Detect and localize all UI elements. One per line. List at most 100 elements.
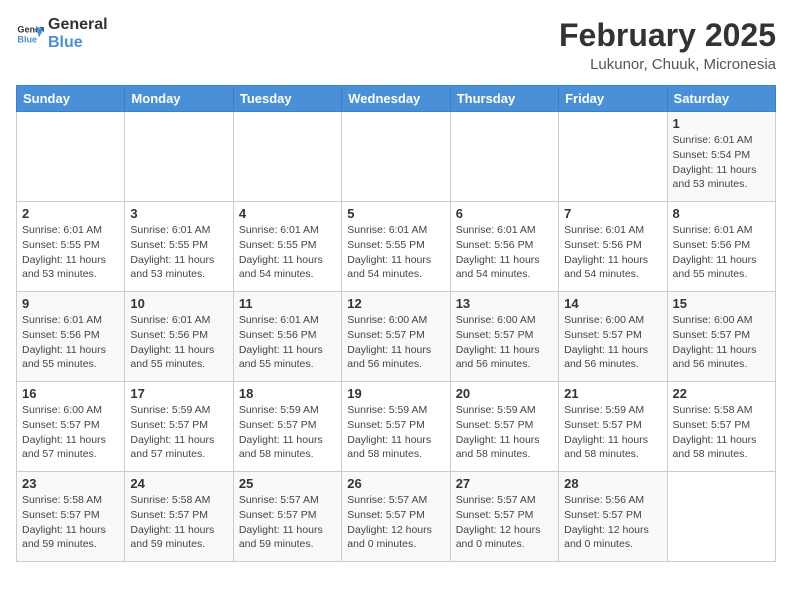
day-info: Sunrise: 5:58 AM Sunset: 5:57 PM Dayligh…	[130, 493, 227, 552]
day-info: Sunrise: 6:01 AM Sunset: 5:56 PM Dayligh…	[673, 223, 770, 282]
day-number: 14	[564, 296, 661, 311]
calendar-cell: 25 Sunrise: 5:57 AM Sunset: 5:57 PM Dayli…	[233, 472, 341, 562]
calendar-week-row: 16 Sunrise: 6:00 AM Sunset: 5:57 PM Dayli…	[17, 382, 776, 472]
calendar-week-row: 2Sunrise: 6:01 AM Sunset: 5:55 PM Daylig…	[17, 202, 776, 292]
weekday-header: Thursday	[450, 86, 558, 112]
day-info: Sunrise: 6:01 AM Sunset: 5:56 PM Dayligh…	[22, 313, 119, 372]
page-header: General Blue General Blue February 2025 …	[16, 16, 776, 73]
calendar-cell: 28 Sunrise: 5:56 AM Sunset: 5:57 PM Dayli…	[559, 472, 667, 562]
day-number: 4	[239, 206, 336, 221]
day-info: Sunrise: 5:56 AM Sunset: 5:57 PM Dayligh…	[564, 493, 661, 552]
day-info: Sunrise: 5:59 AM Sunset: 5:57 PM Dayligh…	[456, 403, 553, 462]
day-info: Sunrise: 5:58 AM Sunset: 5:57 PM Dayligh…	[673, 403, 770, 462]
calendar-week-row: 9 Sunrise: 6:01 AM Sunset: 5:56 PM Daylig…	[17, 292, 776, 382]
day-number: 23	[22, 476, 119, 491]
logo-blue-text: Blue	[48, 34, 108, 52]
day-info: Sunrise: 6:01 AM Sunset: 5:55 PM Dayligh…	[22, 223, 119, 282]
day-number: 1	[673, 116, 770, 131]
title-block: February 2025 Lukunor, Chuuk, Micronesia	[559, 16, 776, 73]
logo-icon: General Blue	[16, 20, 44, 48]
day-info: Sunrise: 6:01 AM Sunset: 5:55 PM Dayligh…	[130, 223, 227, 282]
calendar-cell: 17Sunrise: 5:59 AM Sunset: 5:57 PM Dayli…	[125, 382, 233, 472]
calendar-cell: 16 Sunrise: 6:00 AM Sunset: 5:57 PM Dayli…	[17, 382, 125, 472]
weekday-header: Monday	[125, 86, 233, 112]
calendar-table: SundayMondayTuesdayWednesdayThursdayFrid…	[16, 85, 776, 562]
day-number: 16	[22, 386, 119, 401]
location-title: Lukunor, Chuuk, Micronesia	[559, 56, 776, 73]
calendar-cell: 13Sunrise: 6:00 AM Sunset: 5:57 PM Dayli…	[450, 292, 558, 382]
calendar-cell: 8 Sunrise: 6:01 AM Sunset: 5:56 PM Daylig…	[667, 202, 775, 292]
calendar-cell: 22 Sunrise: 5:58 AM Sunset: 5:57 PM Dayli…	[667, 382, 775, 472]
day-number: 21	[564, 386, 661, 401]
day-number: 19	[347, 386, 444, 401]
calendar-cell: 3 Sunrise: 6:01 AM Sunset: 5:55 PM Daylig…	[125, 202, 233, 292]
day-number: 11	[239, 296, 336, 311]
calendar-cell: 15 Sunrise: 6:00 AM Sunset: 5:57 PM Dayli…	[667, 292, 775, 382]
calendar-cell: 4 Sunrise: 6:01 AM Sunset: 5:55 PM Daylig…	[233, 202, 341, 292]
calendar-cell: 9 Sunrise: 6:01 AM Sunset: 5:56 PM Daylig…	[17, 292, 125, 382]
day-info: Sunrise: 6:00 AM Sunset: 5:57 PM Dayligh…	[22, 403, 119, 462]
calendar-cell	[667, 472, 775, 562]
day-number: 8	[673, 206, 770, 221]
day-info: Sunrise: 6:01 AM Sunset: 5:55 PM Dayligh…	[347, 223, 444, 282]
day-info: Sunrise: 6:01 AM Sunset: 5:56 PM Dayligh…	[564, 223, 661, 282]
day-info: Sunrise: 5:59 AM Sunset: 5:57 PM Dayligh…	[239, 403, 336, 462]
logo-general-text: General	[48, 16, 108, 34]
calendar-cell: 26 Sunrise: 5:57 AM Sunset: 5:57 PM Dayli…	[342, 472, 450, 562]
month-title: February 2025	[559, 16, 776, 54]
day-number: 22	[673, 386, 770, 401]
day-number: 12	[347, 296, 444, 311]
calendar-cell: 6Sunrise: 6:01 AM Sunset: 5:56 PM Daylig…	[450, 202, 558, 292]
calendar-cell: 14 Sunrise: 6:00 AM Sunset: 5:57 PM Dayli…	[559, 292, 667, 382]
day-number: 3	[130, 206, 227, 221]
day-number: 24	[130, 476, 227, 491]
calendar-cell: 19 Sunrise: 5:59 AM Sunset: 5:57 PM Dayli…	[342, 382, 450, 472]
day-info: Sunrise: 6:00 AM Sunset: 5:57 PM Dayligh…	[673, 313, 770, 372]
calendar-cell: 2Sunrise: 6:01 AM Sunset: 5:55 PM Daylig…	[17, 202, 125, 292]
day-number: 7	[564, 206, 661, 221]
calendar-cell: 24 Sunrise: 5:58 AM Sunset: 5:57 PM Dayli…	[125, 472, 233, 562]
calendar-cell	[450, 112, 558, 202]
calendar-cell	[559, 112, 667, 202]
day-number: 20	[456, 386, 553, 401]
day-info: Sunrise: 6:00 AM Sunset: 5:57 PM Dayligh…	[564, 313, 661, 372]
day-info: Sunrise: 5:59 AM Sunset: 5:57 PM Dayligh…	[564, 403, 661, 462]
day-info: Sunrise: 5:59 AM Sunset: 5:57 PM Dayligh…	[347, 403, 444, 462]
day-info: Sunrise: 6:00 AM Sunset: 5:57 PM Dayligh…	[347, 313, 444, 372]
day-number: 28	[564, 476, 661, 491]
calendar-cell: 23 Sunrise: 5:58 AM Sunset: 5:57 PM Dayli…	[17, 472, 125, 562]
day-number: 18	[239, 386, 336, 401]
day-number: 17	[130, 386, 227, 401]
day-number: 6	[456, 206, 553, 221]
day-number: 13	[456, 296, 553, 311]
calendar-cell	[17, 112, 125, 202]
day-info: Sunrise: 6:01 AM Sunset: 5:56 PM Dayligh…	[130, 313, 227, 372]
weekday-header: Sunday	[17, 86, 125, 112]
calendar-cell: 27Sunrise: 5:57 AM Sunset: 5:57 PM Dayli…	[450, 472, 558, 562]
day-info: Sunrise: 6:01 AM Sunset: 5:55 PM Dayligh…	[239, 223, 336, 282]
day-info: Sunrise: 6:01 AM Sunset: 5:56 PM Dayligh…	[239, 313, 336, 372]
weekday-header: Saturday	[667, 86, 775, 112]
calendar-cell: 11 Sunrise: 6:01 AM Sunset: 5:56 PM Dayli…	[233, 292, 341, 382]
weekday-header: Wednesday	[342, 86, 450, 112]
day-number: 5	[347, 206, 444, 221]
calendar-header-row: SundayMondayTuesdayWednesdayThursdayFrid…	[17, 86, 776, 112]
day-number: 26	[347, 476, 444, 491]
calendar-cell	[233, 112, 341, 202]
calendar-cell	[342, 112, 450, 202]
day-info: Sunrise: 6:01 AM Sunset: 5:54 PM Dayligh…	[673, 133, 770, 192]
day-info: Sunrise: 5:57 AM Sunset: 5:57 PM Dayligh…	[347, 493, 444, 552]
day-info: Sunrise: 5:58 AM Sunset: 5:57 PM Dayligh…	[22, 493, 119, 552]
calendar-cell	[125, 112, 233, 202]
day-info: Sunrise: 5:57 AM Sunset: 5:57 PM Dayligh…	[239, 493, 336, 552]
calendar-week-row: 23 Sunrise: 5:58 AM Sunset: 5:57 PM Dayli…	[17, 472, 776, 562]
day-number: 15	[673, 296, 770, 311]
calendar-week-row: 1 Sunrise: 6:01 AM Sunset: 5:54 PM Daylig…	[17, 112, 776, 202]
day-number: 9	[22, 296, 119, 311]
day-number: 27	[456, 476, 553, 491]
calendar-cell: 5 Sunrise: 6:01 AM Sunset: 5:55 PM Daylig…	[342, 202, 450, 292]
calendar-cell: 21 Sunrise: 5:59 AM Sunset: 5:57 PM Dayli…	[559, 382, 667, 472]
day-number: 25	[239, 476, 336, 491]
calendar-cell: 10Sunrise: 6:01 AM Sunset: 5:56 PM Dayli…	[125, 292, 233, 382]
logo: General Blue General Blue	[16, 16, 108, 51]
